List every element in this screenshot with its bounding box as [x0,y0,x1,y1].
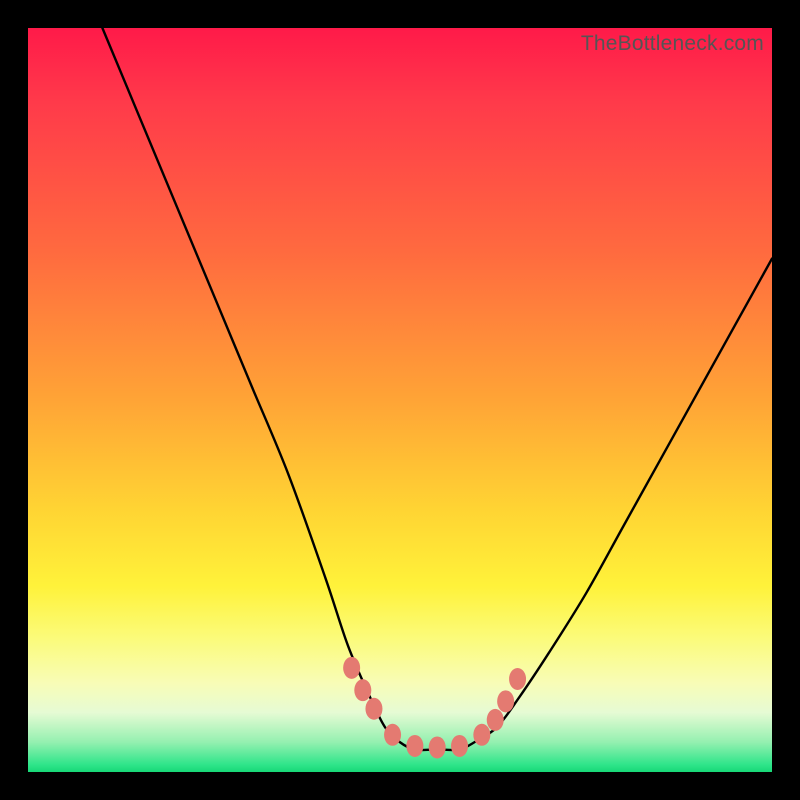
curve-marker [343,657,360,679]
bottleneck-curve-path [102,28,772,750]
curve-marker [451,735,468,757]
curve-marker [497,690,514,712]
outer-frame: TheBottleneck.com [0,0,800,800]
curve-marker [473,724,490,746]
marker-group [343,657,526,759]
curve-marker [509,668,526,690]
curve-marker [429,736,446,758]
curve-marker [487,709,504,731]
curve-marker [406,735,423,757]
plot-area: TheBottleneck.com [28,28,772,772]
curve-marker [354,679,371,701]
chart-svg [28,28,772,772]
curve-marker [384,724,401,746]
curve-marker [365,698,382,720]
